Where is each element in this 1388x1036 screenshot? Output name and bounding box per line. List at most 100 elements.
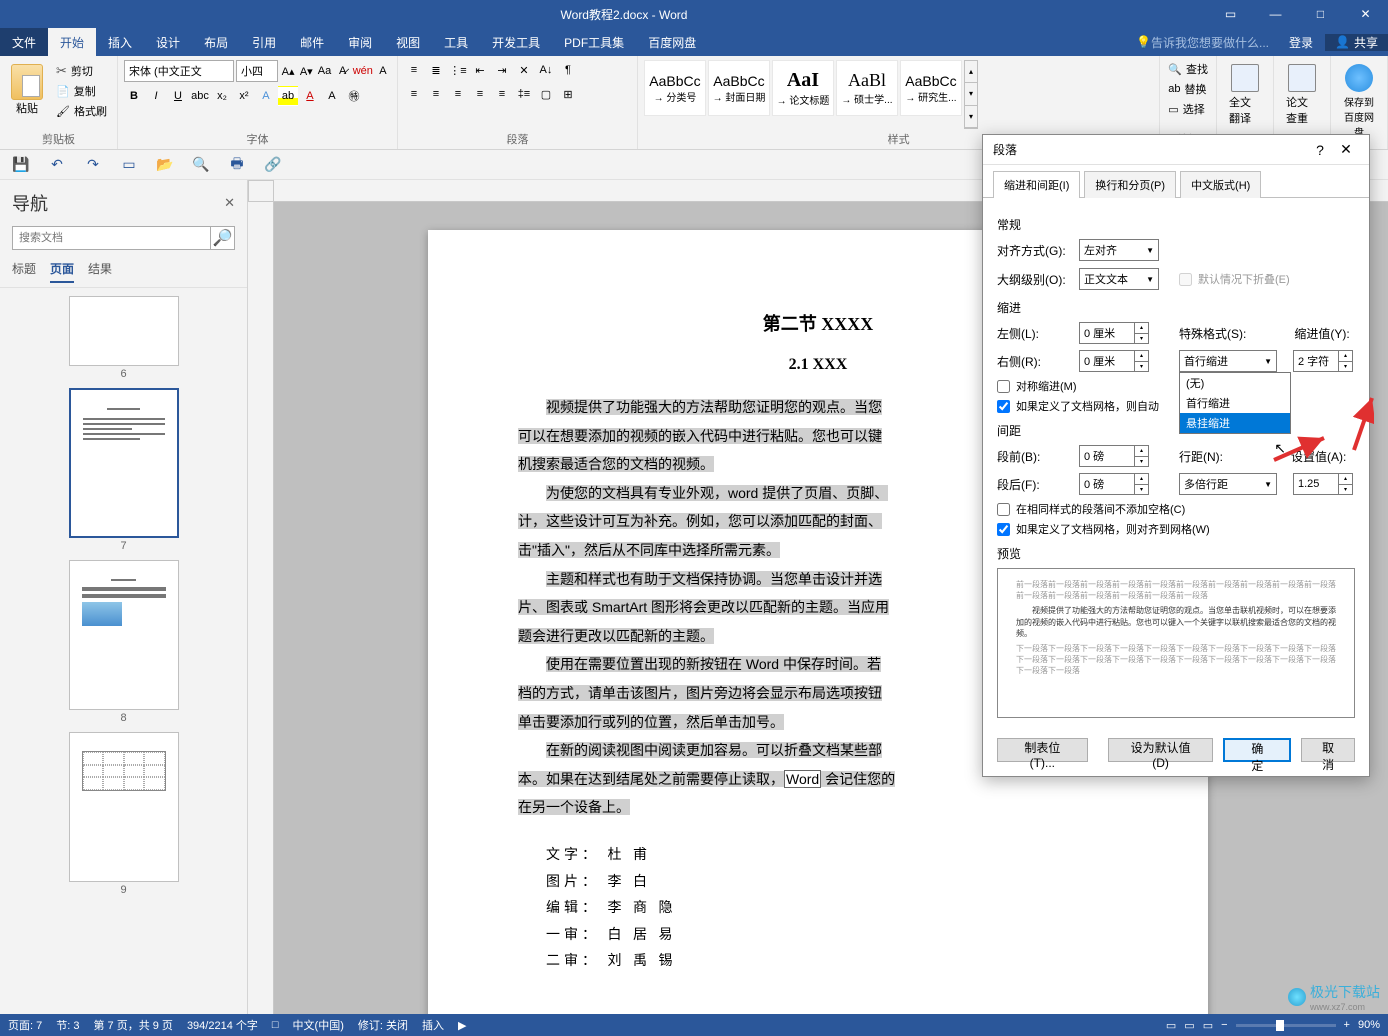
status-page-of[interactable]: 第 7 页，共 9 页 [93, 1017, 172, 1033]
share-button[interactable]: 👤 共享 [1325, 34, 1388, 51]
status-macro-icon[interactable]: ▶ [458, 1019, 466, 1032]
char-border-icon[interactable]: A [375, 61, 391, 81]
default-button[interactable]: 设为默认值(D) [1108, 738, 1214, 762]
style-item[interactable]: AaBbCc→ 封面日期 [708, 60, 770, 116]
dialog-help-icon[interactable]: ? [1307, 142, 1333, 158]
thumbnail-list[interactable]: 6 7 8 9 [0, 288, 247, 1018]
italic-icon[interactable]: I [146, 86, 166, 106]
bullets-icon[interactable]: ≡ [404, 60, 424, 80]
tab-references[interactable]: 引用 [240, 28, 288, 56]
thumbnail-page-6[interactable] [69, 296, 179, 366]
status-words[interactable]: 394/2214 个字 [187, 1017, 258, 1033]
phonetic-icon[interactable]: wén [353, 61, 373, 81]
underline-icon[interactable]: U [168, 86, 188, 106]
undo-icon[interactable]: ↶ [46, 154, 68, 176]
superscript-icon[interactable]: x² [234, 86, 254, 106]
space-before-input[interactable]: 0 磅 [1079, 445, 1135, 467]
print-icon[interactable]: 🖶 [226, 154, 248, 176]
status-insert[interactable]: 插入 [422, 1017, 444, 1033]
select-button[interactable]: ▭选择 [1166, 100, 1210, 118]
dialog-tab-indent[interactable]: 缩进和间距(I) [993, 171, 1080, 198]
dialog-tab-chinese[interactable]: 中文版式(H) [1180, 171, 1261, 198]
bold-icon[interactable]: B [124, 86, 144, 106]
tab-file[interactable]: 文件 [0, 28, 48, 56]
align-center-icon[interactable]: ≡ [426, 84, 446, 104]
align-right-icon[interactable]: ≡ [448, 84, 468, 104]
by-value-input[interactable]: 2 字符 [1293, 350, 1339, 372]
vertical-ruler[interactable] [248, 202, 274, 1018]
tab-review[interactable]: 审阅 [336, 28, 384, 56]
style-item[interactable]: AaBl→ 硕士学... [836, 60, 898, 116]
tab-baidu[interactable]: 百度网盘 [636, 28, 708, 56]
char-shading-icon[interactable]: A [322, 86, 342, 106]
line-spacing-select[interactable]: 多倍行距▼ [1179, 473, 1277, 495]
zoom-slider[interactable] [1236, 1024, 1336, 1027]
strikethrough-icon[interactable]: abc [190, 86, 210, 106]
justify-icon[interactable]: ≡ [470, 84, 490, 104]
at-value-input[interactable]: 1.25 [1293, 473, 1339, 495]
login-button[interactable]: 登录 [1277, 34, 1325, 51]
status-lang[interactable]: 中文(中国) [293, 1017, 344, 1033]
style-item[interactable]: AaI→ 论文标题 [772, 60, 834, 116]
alignment-select[interactable]: 左对齐▼ [1079, 239, 1159, 261]
nav-tab-results[interactable]: 结果 [88, 260, 112, 283]
style-item[interactable]: AaBbCc→ 研究生... [900, 60, 962, 116]
ok-button[interactable]: 确定 [1223, 738, 1291, 762]
view-print-icon[interactable]: ▭ [1184, 1019, 1194, 1032]
snap-grid-checkbox[interactable] [997, 523, 1010, 536]
font-name-select[interactable] [124, 60, 234, 82]
nav-close-icon[interactable]: ✕ [224, 195, 235, 211]
enclose-char-icon[interactable]: ㊕ [344, 86, 364, 106]
increase-font-icon[interactable]: A▴ [280, 61, 296, 81]
zoom-value[interactable]: 90% [1358, 1019, 1380, 1031]
align-left-icon[interactable]: ≡ [404, 84, 424, 104]
tab-design[interactable]: 设计 [144, 28, 192, 56]
outline-select[interactable]: 正文文本▼ [1079, 268, 1159, 290]
paste-button[interactable]: 粘贴 [6, 60, 48, 129]
thumbnail-page-8[interactable] [69, 560, 179, 710]
tab-tools[interactable]: 工具 [432, 28, 480, 56]
line-spacing-icon[interactable]: ‡≡ [514, 84, 534, 104]
status-section[interactable]: 节: 3 [56, 1017, 79, 1033]
nav-search-input[interactable] [12, 226, 211, 250]
tab-insert[interactable]: 插入 [96, 28, 144, 56]
mirror-indent-checkbox[interactable] [997, 380, 1010, 393]
tab-view[interactable]: 视图 [384, 28, 432, 56]
multilevel-icon[interactable]: ⋮≡ [448, 60, 468, 80]
close-icon[interactable]: ✕ [1343, 0, 1388, 28]
dialog-close-icon[interactable]: ✕ [1333, 141, 1359, 158]
share-link-icon[interactable]: 🔗 [262, 154, 284, 176]
decrease-font-icon[interactable]: A▾ [298, 61, 314, 81]
nav-tab-headings[interactable]: 标题 [12, 260, 36, 283]
dropdown-option-none[interactable]: (无) [1180, 373, 1290, 393]
thumbnail-page-7[interactable] [69, 388, 179, 538]
sort-icon[interactable]: A↓ [536, 60, 556, 80]
auto-indent-checkbox[interactable] [997, 400, 1010, 413]
print-preview-icon[interactable]: 🔍 [190, 154, 212, 176]
space-after-input[interactable]: 0 磅 [1079, 473, 1135, 495]
tab-home[interactable]: 开始 [48, 28, 96, 56]
no-space-checkbox[interactable] [997, 503, 1010, 516]
clear-format-icon[interactable]: A̷ [335, 61, 351, 81]
replace-button[interactable]: ab替换 [1166, 80, 1210, 98]
baidu-save-button[interactable]: 保存到百度网盘 [1337, 60, 1381, 143]
highlight-icon[interactable]: ab [278, 86, 298, 106]
shading-icon[interactable]: ▢ [536, 84, 556, 104]
nav-tab-pages[interactable]: 页面 [50, 260, 74, 283]
tab-layout[interactable]: 布局 [192, 28, 240, 56]
style-item[interactable]: AaBbCc→ 分类号 [644, 60, 706, 116]
translate-button[interactable]: 全文翻译 [1223, 60, 1267, 130]
new-icon[interactable]: ▭ [118, 154, 140, 176]
special-indent-select[interactable]: 首行缩进▼ [1179, 350, 1277, 372]
save-icon[interactable]: 💾 [10, 154, 32, 176]
indent-right-input[interactable]: 0 厘米 [1079, 350, 1135, 372]
dropdown-option-first[interactable]: 首行缩进 [1180, 393, 1290, 413]
ribbon-display-icon[interactable]: ▭ [1208, 0, 1253, 28]
tab-pdf[interactable]: PDF工具集 [552, 28, 636, 56]
indent-left-input[interactable]: 0 厘米 [1079, 322, 1135, 344]
style-scroll[interactable]: ▴▾▾ [964, 60, 978, 129]
tab-mailings[interactable]: 邮件 [288, 28, 336, 56]
cancel-button[interactable]: 取消 [1301, 738, 1355, 762]
change-case-icon[interactable]: Aa [316, 61, 332, 81]
decrease-indent-icon[interactable]: ⇤ [470, 60, 490, 80]
